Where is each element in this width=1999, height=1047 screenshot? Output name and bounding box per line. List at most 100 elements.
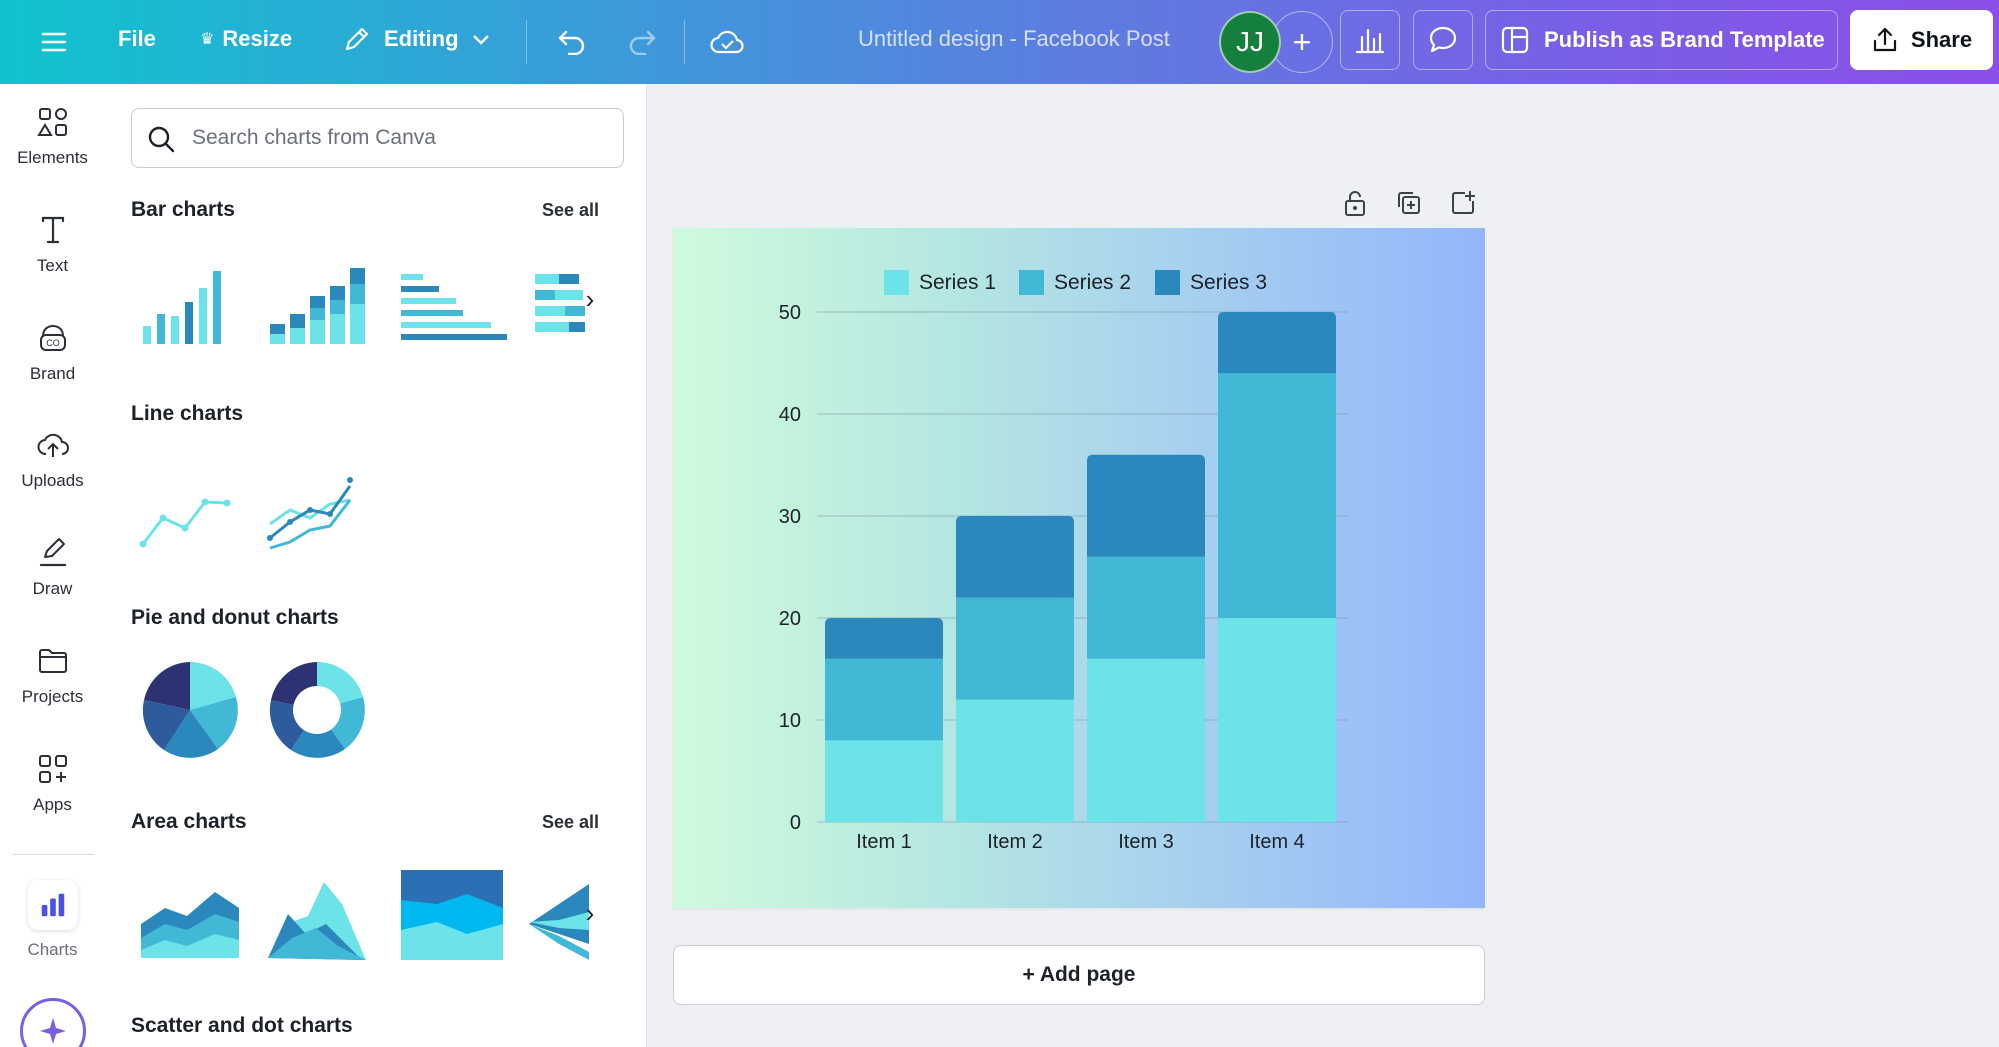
thumb-bar-chart-horizontal[interactable]: [397, 256, 509, 356]
template-icon: [1501, 26, 1529, 54]
thumb-area-chart-overlap[interactable]: [262, 864, 372, 964]
section-title-scatter-charts: Scatter and dot charts: [131, 1014, 353, 1037]
publish-brand-template-button[interactable]: Publish as Brand Template: [1485, 10, 1838, 70]
add-page-button[interactable]: + Add page: [673, 945, 1485, 1005]
file-label: File: [118, 26, 156, 51]
redo-icon[interactable]: [622, 22, 662, 62]
thumb-area-chart-full[interactable]: [397, 864, 507, 964]
chevron-right-icon[interactable]: ›: [575, 898, 605, 928]
section-title-line-charts: Line charts: [131, 402, 244, 425]
folder-icon: [38, 649, 67, 673]
rail-item-text[interactable]: Text: [0, 214, 105, 276]
thumb-bar-chart-stacked[interactable]: [262, 256, 372, 356]
chevron-down-icon: [472, 35, 489, 45]
see-all-bar-charts[interactable]: See all: [542, 200, 599, 221]
plus-icon: +: [1292, 23, 1312, 60]
apps-icon: [38, 755, 67, 783]
editing-label: Editing: [384, 26, 459, 51]
text-icon: [41, 216, 64, 244]
cloud-saved-icon[interactable]: [707, 22, 747, 62]
bar-segment-2-item-2[interactable]: [956, 597, 1074, 700]
thumb-bar-chart-simple[interactable]: [135, 256, 245, 356]
resize-button[interactable]: ♛ Resize: [200, 26, 292, 52]
rail-item-projects[interactable]: Projects: [0, 645, 105, 707]
design-page[interactable]: Series 1 Series 2 Series 3 0 10 20 30 40 50 Item…: [673, 228, 1485, 908]
x-tick-label: Item 3: [1118, 831, 1174, 853]
editing-mode-button[interactable]: Editing: [342, 24, 491, 54]
rail-label: Projects: [21, 687, 84, 706]
stacked-bar-chart[interactable]: 0 10 20 30 40 50 Item 1 Item 2 Item 3 Item 4: [673, 228, 1485, 908]
magic-assistant-button[interactable]: [20, 998, 86, 1047]
document-title[interactable]: Untitled design - Facebook Post: [858, 26, 1170, 52]
search-placeholder: Search charts from Canva: [192, 126, 436, 149]
thumb-pie-chart[interactable]: [135, 660, 245, 760]
rail-item-uploads[interactable]: Uploads: [0, 429, 105, 491]
section-title-bar-charts: Bar charts: [131, 198, 235, 221]
publish-label: Publish as Brand Template: [1544, 27, 1825, 52]
bar-segment-3-item-1[interactable]: [825, 618, 943, 659]
bar-segment-1-item-2[interactable]: [956, 699, 1074, 822]
thumb-line-chart-simple[interactable]: [135, 460, 245, 560]
x-tick-label: Item 1: [856, 831, 912, 853]
search-input[interactable]: Search charts from Canva: [131, 108, 624, 168]
bar-segment-2-item-1[interactable]: [825, 658, 943, 741]
rail-label: Charts: [27, 940, 78, 959]
top-bar: File ♛ Resize Editing Untitled design - …: [0, 0, 1999, 84]
comment-icon: [1429, 26, 1457, 53]
rail-label: Elements: [17, 148, 88, 167]
y-tick-label: 50: [779, 302, 801, 324]
bar-segment-1-item-1[interactable]: [825, 740, 943, 822]
upload-cloud-icon: [37, 433, 69, 457]
thumb-line-chart-multi[interactable]: [262, 460, 372, 560]
svg-text:CO: CO: [46, 338, 60, 348]
comments-button[interactable]: [1413, 10, 1473, 70]
see-all-area-charts[interactable]: See all: [542, 812, 599, 833]
file-menu[interactable]: File: [118, 26, 156, 52]
charts-icon-box: [27, 880, 78, 930]
pen-icon: [39, 538, 66, 567]
section-title-area-charts: Area charts: [131, 810, 247, 833]
rail-item-charts[interactable]: Charts: [0, 880, 105, 960]
left-rail: Elements Text CO Brand Uploads Draw Proj…: [0, 84, 105, 1047]
share-label: Share: [1910, 27, 1973, 52]
thumb-area-chart-stacked[interactable]: [135, 864, 245, 964]
pencil-icon: [345, 27, 369, 51]
bar-segment-1-item-3[interactable]: [1087, 658, 1205, 822]
thumb-donut-chart[interactable]: [262, 660, 372, 760]
section-title-pie-charts: Pie and donut charts: [131, 606, 339, 629]
resize-label: Resize: [222, 26, 293, 51]
bar-segment-3-item-2[interactable]: [956, 516, 1074, 598]
bar-segment-3-item-3[interactable]: [1087, 454, 1205, 557]
bar-segment-2-item-3[interactable]: [1087, 556, 1205, 659]
x-tick-label: Item 2: [987, 831, 1043, 853]
y-tick-label: 30: [779, 506, 801, 528]
undo-icon[interactable]: [552, 22, 592, 62]
crown-icon: ♛: [200, 31, 215, 48]
toolbar-divider: [684, 20, 685, 64]
shapes-icon: [36, 108, 67, 136]
rail-item-draw[interactable]: Draw: [0, 537, 105, 599]
chevron-right-icon[interactable]: ›: [575, 284, 605, 314]
bar-segment-1-item-4[interactable]: [1218, 618, 1336, 822]
y-tick-label: 20: [779, 608, 801, 630]
avatar[interactable]: JJ: [1219, 11, 1281, 73]
bar-segment-3-item-4[interactable]: [1218, 312, 1336, 374]
bar-chart-icon: [41, 893, 64, 917]
y-tick-label: 10: [779, 710, 801, 732]
lock-icon[interactable]: [1338, 186, 1372, 220]
search-icon: [148, 126, 175, 153]
rail-item-apps[interactable]: Apps: [0, 753, 105, 815]
y-tick-label: 40: [779, 404, 801, 426]
rail-label: Uploads: [21, 471, 84, 490]
insights-button[interactable]: [1340, 10, 1400, 70]
rail-label: Apps: [33, 795, 72, 814]
rail-divider: [12, 854, 94, 855]
bar-segment-2-item-4[interactable]: [1218, 373, 1336, 618]
share-button[interactable]: Share: [1850, 10, 1993, 70]
menu-icon[interactable]: [34, 22, 74, 62]
rail-item-brand[interactable]: CO Brand: [0, 322, 105, 384]
add-page-icon[interactable]: [1446, 186, 1480, 220]
bar-chart-outline-icon: [1355, 28, 1385, 54]
duplicate-page-icon[interactable]: [1392, 186, 1426, 220]
rail-item-elements[interactable]: Elements: [0, 106, 105, 168]
